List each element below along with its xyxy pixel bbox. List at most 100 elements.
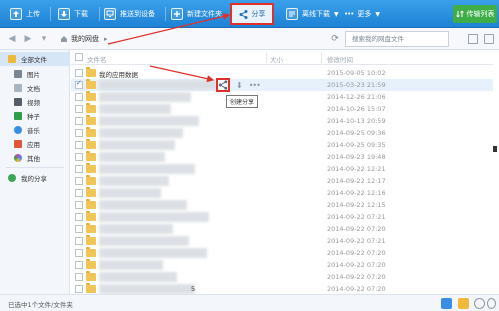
breadcrumb[interactable]: 我的网盘 ▸ bbox=[60, 34, 108, 44]
sidebar-item-all-files[interactable]: 全部文件 bbox=[0, 52, 70, 66]
scrollbar[interactable] bbox=[493, 50, 499, 294]
sidebar-item-docs[interactable]: 文档 bbox=[6, 81, 70, 95]
row-actions: ⬇ ••• bbox=[216, 78, 261, 92]
table-row[interactable]: 2014-09-22 07:20 bbox=[71, 247, 493, 259]
table-row[interactable]: 2014-09-22 12:21 bbox=[71, 163, 493, 175]
sidebar-item-apps[interactable]: 应用 bbox=[6, 137, 70, 151]
row-more-icon[interactable]: ••• bbox=[249, 81, 261, 90]
share-icon bbox=[218, 80, 228, 90]
table-row[interactable]: 2014-09-22 07:21 bbox=[71, 211, 493, 223]
transfer-icon bbox=[455, 10, 464, 18]
upload-button[interactable]: 上传 bbox=[10, 5, 40, 23]
new-folder-button[interactable]: 新建文件夹 bbox=[171, 5, 222, 23]
row-checkbox[interactable] bbox=[75, 285, 83, 293]
transfer-list-button[interactable]: 传输列表 bbox=[453, 5, 497, 23]
select-all-checkbox[interactable] bbox=[75, 53, 83, 61]
row-checkbox[interactable] bbox=[75, 153, 83, 161]
row-checkbox[interactable] bbox=[75, 177, 83, 185]
offline-download-button[interactable]: 离线下载 ▼ bbox=[286, 5, 339, 23]
table-row[interactable]: 2014-12-26 21:06 bbox=[71, 91, 493, 103]
table-row[interactable]: 2014-09-22 12:16 bbox=[71, 187, 493, 199]
file-name[interactable]: 我的应用数据 bbox=[99, 69, 138, 79]
row-download-icon[interactable]: ⬇ bbox=[236, 81, 243, 90]
table-row[interactable]: 2014-09-22 12:15 bbox=[71, 199, 493, 211]
sidebar-item-label: 文档 bbox=[27, 85, 40, 93]
row-checkbox[interactable] bbox=[75, 141, 83, 149]
sidebar-item-torrents[interactable]: 种子 bbox=[6, 109, 70, 123]
user-icon[interactable] bbox=[474, 298, 485, 309]
sidebar-item-videos[interactable]: 视频 bbox=[6, 95, 70, 109]
push-to-device-button[interactable]: 推送到设备 bbox=[104, 5, 155, 23]
row-checkbox[interactable] bbox=[75, 237, 83, 245]
modified-date: 2014-09-22 07:20 bbox=[327, 285, 386, 293]
sidebar-item-music[interactable]: 音乐 bbox=[6, 123, 70, 137]
modified-date: 2014-09-22 07:20 bbox=[327, 249, 386, 257]
scrollbar-thumb[interactable] bbox=[493, 146, 497, 152]
row-checkbox[interactable] bbox=[75, 93, 83, 101]
column-header-date[interactable]: 修改时间 bbox=[327, 54, 353, 64]
column-divider bbox=[266, 52, 267, 63]
row-checkbox[interactable] bbox=[75, 69, 83, 77]
sidebar-item-label: 图片 bbox=[27, 71, 40, 79]
row-checkbox[interactable] bbox=[75, 189, 83, 197]
row-checkbox[interactable] bbox=[75, 249, 83, 257]
table-row[interactable]: 2014-10-26 15:07 bbox=[71, 103, 493, 115]
offline-download-label: 离线下载 bbox=[302, 10, 330, 18]
search-input[interactable]: 搜索我的网盘文件 bbox=[345, 31, 449, 47]
list-view-icon[interactable] bbox=[468, 34, 478, 44]
row-checkbox[interactable] bbox=[75, 225, 83, 233]
modified-date: 2014-09-25 09:36 bbox=[327, 129, 386, 137]
column-header-name[interactable]: 文件名 bbox=[87, 54, 107, 64]
table-row[interactable]: 2014-10-13 20:59 bbox=[71, 115, 493, 127]
table-row[interactable]: 2014-09-22 07:21 bbox=[71, 235, 493, 247]
refresh-icon[interactable]: ⟳ bbox=[329, 33, 341, 45]
table-row[interactable]: 2014-09-25 09:35 bbox=[71, 139, 493, 151]
modified-date: 2014-09-22 07:20 bbox=[327, 261, 386, 269]
list-header: 文件名 大小 修改时间 bbox=[71, 50, 493, 65]
table-row[interactable]: 2014-09-25 09:36 bbox=[71, 127, 493, 139]
more-dots-icon: ••• bbox=[344, 10, 354, 18]
sidebar-item-other[interactable]: 其他 bbox=[6, 151, 70, 165]
sidebar-item-images[interactable]: 图片 bbox=[6, 67, 70, 81]
modified-date: 2014-10-13 20:59 bbox=[327, 117, 386, 125]
row-checkbox[interactable] bbox=[75, 201, 83, 209]
row-checkbox[interactable] bbox=[75, 79, 83, 89]
row-checkbox[interactable] bbox=[75, 105, 83, 113]
grid-view-icon[interactable] bbox=[484, 34, 494, 44]
sidebar-item-label: 全部文件 bbox=[21, 56, 47, 64]
download-button[interactable]: 下载 bbox=[58, 5, 88, 23]
table-row[interactable]: 2014-09-23 19:48 bbox=[71, 151, 493, 163]
column-header-size[interactable]: 大小 bbox=[270, 54, 283, 64]
redacted-filename bbox=[99, 164, 195, 174]
table-row[interactable]: 2014-09-22 07:20 bbox=[71, 271, 493, 283]
table-row[interactable]: 2014-09-22 07:20 bbox=[71, 259, 493, 271]
share-button[interactable]: 分享 bbox=[230, 3, 274, 25]
folder-icon bbox=[86, 151, 96, 161]
table-row[interactable]: 2014-09-22 07:20 bbox=[71, 223, 493, 235]
apps-grid-icon[interactable] bbox=[441, 298, 452, 309]
settings-icon[interactable] bbox=[487, 298, 496, 309]
row-checkbox[interactable] bbox=[75, 261, 83, 269]
folder-icon bbox=[86, 163, 96, 173]
modified-date: 2014-09-22 07:20 bbox=[327, 273, 386, 281]
row-share-button[interactable] bbox=[216, 78, 230, 92]
row-checkbox[interactable] bbox=[75, 213, 83, 221]
row-checkbox[interactable] bbox=[75, 129, 83, 137]
file-name[interactable]: 5 bbox=[191, 285, 195, 293]
table-row[interactable]: 我的应用数据 2015-09-05 10:02 bbox=[71, 67, 493, 79]
table-row[interactable]: 2015-03-23 21:59 ⬇ ••• bbox=[71, 78, 493, 92]
sidebar-item-label: 视频 bbox=[27, 99, 40, 107]
sidebar-divider bbox=[6, 167, 64, 168]
back-arrow-icon[interactable]: ◀ bbox=[6, 33, 18, 45]
row-checkbox[interactable] bbox=[75, 117, 83, 125]
forward-arrow-icon[interactable]: ▶ bbox=[22, 33, 34, 45]
table-row[interactable]: 2014-09-22 12:17 bbox=[71, 175, 493, 187]
upload-label: 上传 bbox=[26, 10, 40, 18]
more-button[interactable]: ••• 更多 ▼ bbox=[344, 5, 380, 23]
sidebar: 全部文件 图片 文档 视频 种子 音乐 应用 其他 我的分享 bbox=[0, 50, 70, 294]
notification-icon[interactable] bbox=[458, 298, 469, 309]
dropdown-arrow-icon[interactable]: ▾ bbox=[38, 33, 50, 45]
sidebar-item-my-shares[interactable]: 我的分享 bbox=[0, 171, 70, 185]
row-checkbox[interactable] bbox=[75, 165, 83, 173]
row-checkbox[interactable] bbox=[75, 273, 83, 281]
